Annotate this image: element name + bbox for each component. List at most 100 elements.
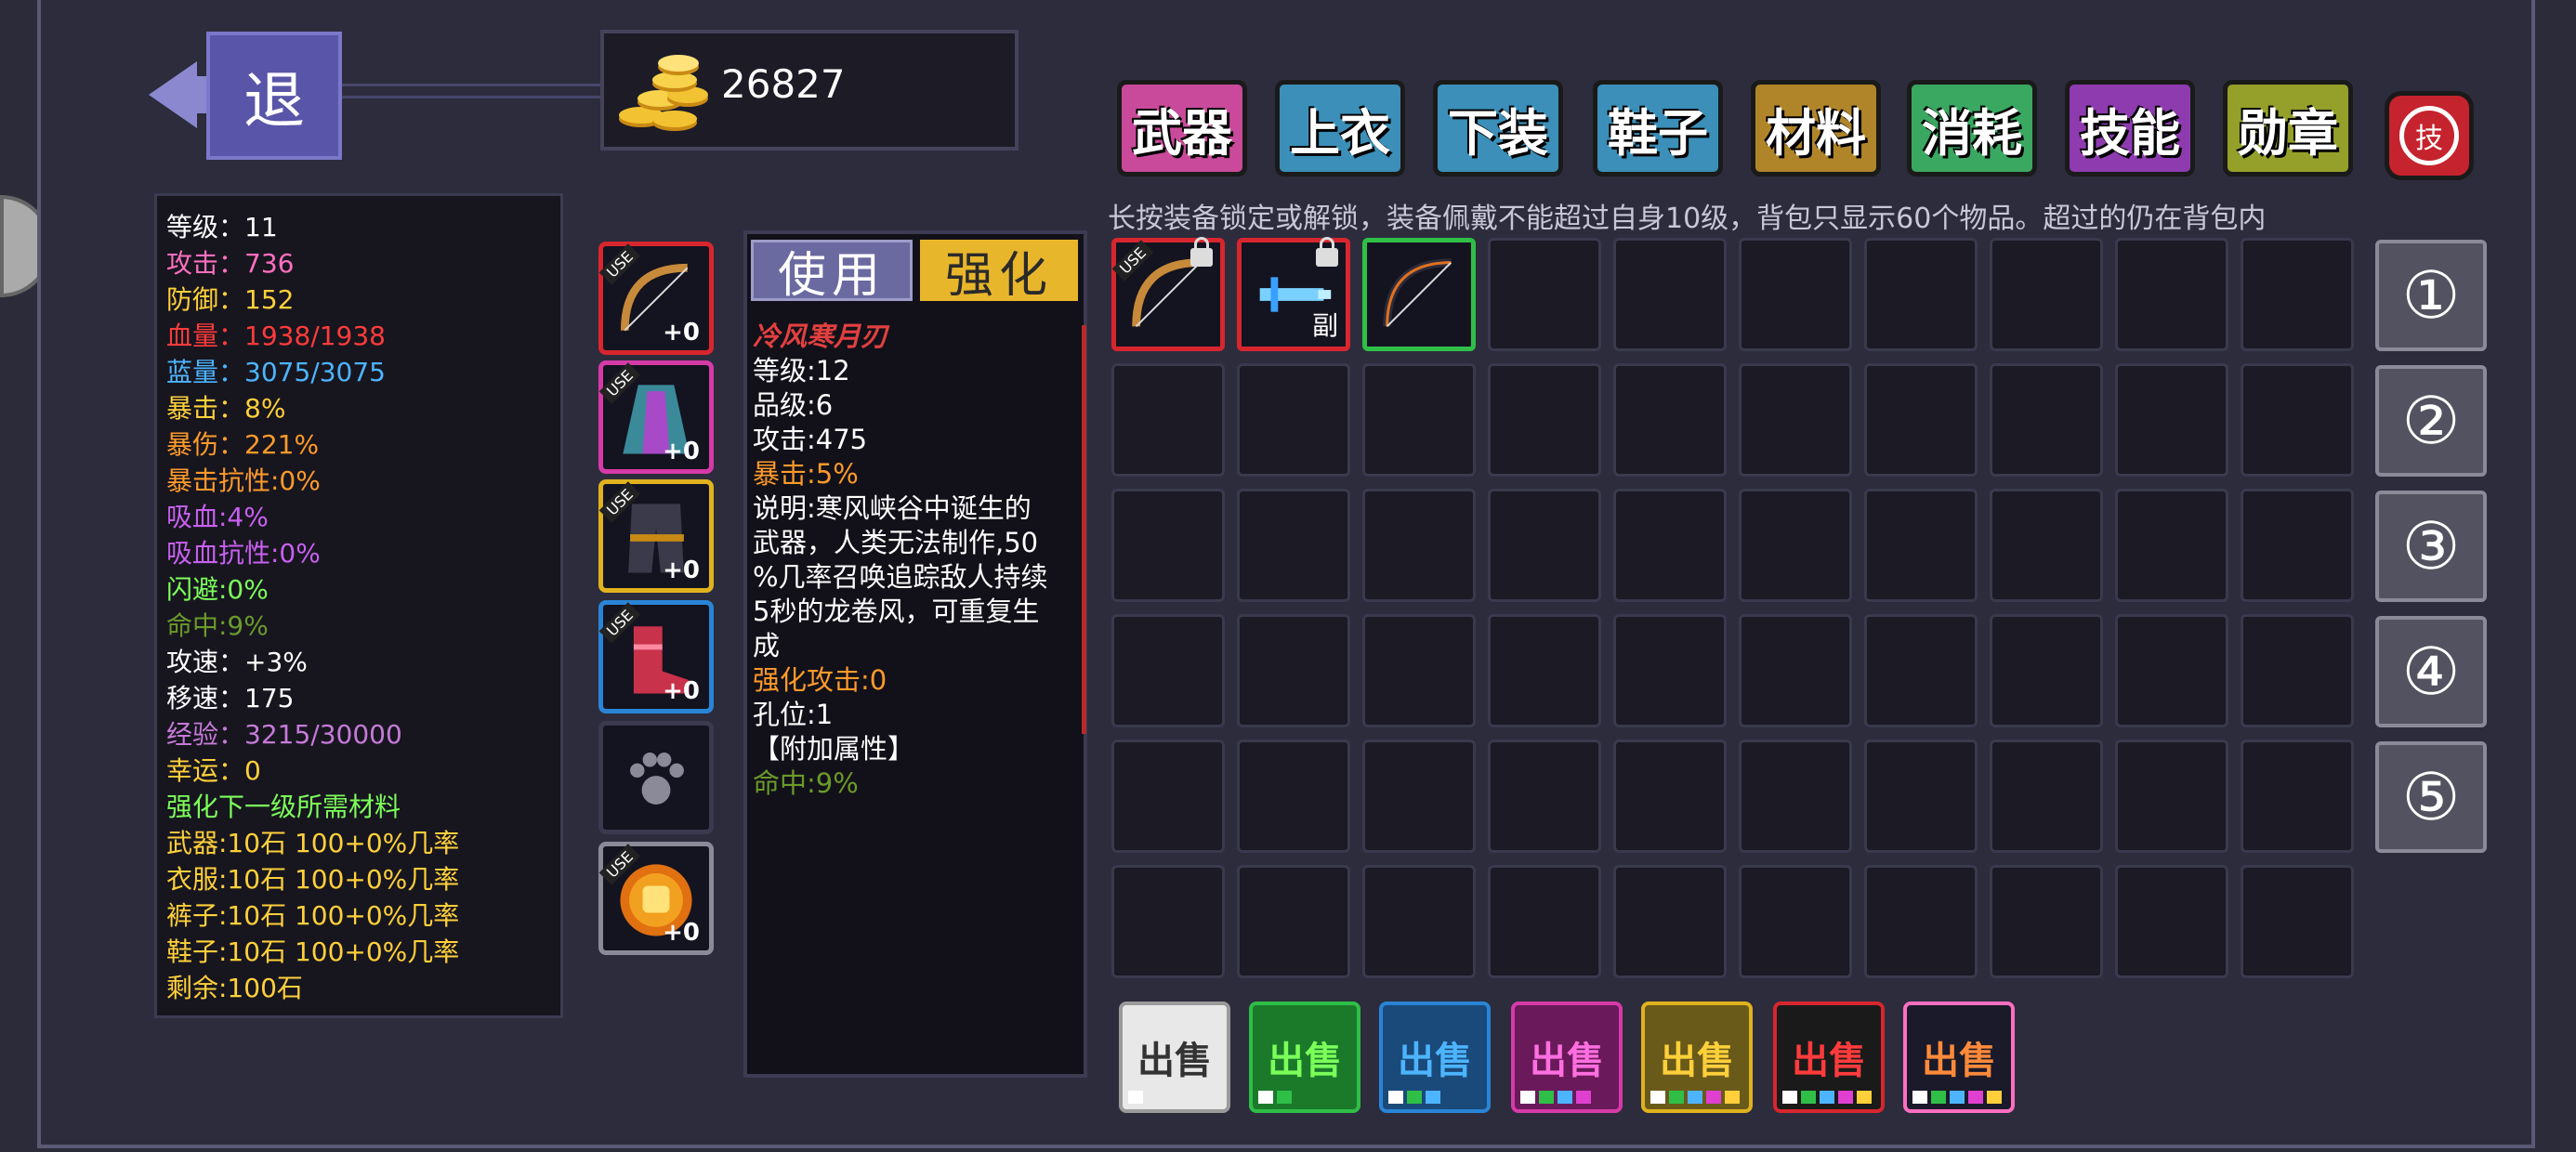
loadout-button-5[interactable]: ⑤ [2375,741,2487,853]
inventory-cell[interactable] [1488,614,1601,727]
inventory-cell[interactable] [1739,614,1852,727]
inventory-cell[interactable] [1613,740,1727,853]
equip-slot-pet[interactable] [598,721,714,834]
inventory-cell[interactable] [2115,614,2228,727]
back-arrow-icon[interactable] [149,61,197,128]
category-tab-5[interactable]: 消耗 [1907,80,2037,177]
inventory-cell[interactable] [1613,238,1727,351]
equip-slot-medal[interactable]: USE +0 [598,842,714,955]
inventory-cell[interactable] [1237,614,1350,727]
inventory-cell[interactable] [1362,865,1476,978]
sell-label: 出售 [1530,1040,1604,1082]
inventory-cell[interactable] [1488,865,1601,978]
equip-slot-weapon[interactable]: USE +0 [598,242,714,355]
inventory-cell[interactable] [1613,489,1727,602]
equip-slot-shoes[interactable]: USE +0 [598,600,714,713]
inventory-cell[interactable] [1739,238,1852,351]
category-tab-4[interactable]: 材料 [1751,80,1881,177]
sell-button-0[interactable]: 出售 [1119,1001,1230,1113]
inventory-cell[interactable] [1864,238,1978,351]
inventory-cell[interactable] [1488,740,1601,853]
inventory-cell[interactable] [1739,363,1852,477]
use-tab[interactable]: 使用 [751,240,913,304]
inventory-cell[interactable] [1488,238,1601,351]
sell-button-4[interactable]: 出售 [1641,1001,1753,1113]
sell-button-5[interactable]: 出售 [1773,1001,1885,1113]
category-tab-6[interactable]: 技能 [2065,80,2195,177]
inventory-cell[interactable] [1739,740,1852,853]
inventory-cell[interactable] [2241,489,2354,602]
inventory-cell[interactable] [1739,865,1852,978]
inventory-cell[interactable] [1111,865,1225,978]
strengthen-tab[interactable]: 强化 [920,240,1078,304]
inventory-cell[interactable] [1362,614,1476,727]
inventory-cell[interactable] [2115,865,2228,978]
inventory-cell[interactable] [1864,740,1978,853]
inventory-cell[interactable] [1990,614,2103,727]
equip-slot-armor[interactable]: USE +0 [598,360,714,474]
inventory-cell[interactable] [2241,363,2354,477]
sell-button-2[interactable]: 出售 [1379,1001,1491,1113]
inventory-cell[interactable] [1864,363,1978,477]
sell-button-6[interactable]: 出售 [1903,1001,2015,1113]
loadout-button-2[interactable]: ② [2375,365,2487,477]
inventory-item[interactable]: 副 [1237,237,1350,351]
inventory-cell[interactable] [2115,740,2228,853]
category-tab-1[interactable]: 上衣 [1275,80,1405,177]
stat-line: 等级：11 [166,212,278,242]
inventory-cell[interactable] [1237,865,1350,978]
inventory-cell[interactable] [2241,740,2354,853]
inventory-cell[interactable] [1990,363,2103,477]
enhance-level: +0 [663,677,700,705]
inventory-cell[interactable] [1613,363,1727,477]
inventory-cell[interactable] [1488,363,1601,477]
category-tab-0[interactable]: 武器 [1117,80,1247,177]
item-detail-line: 成 [753,630,781,661]
inventory-cell[interactable] [1613,614,1727,727]
inventory-cell[interactable] [1237,740,1350,853]
inventory-cell[interactable] [1237,489,1350,602]
inventory-cell[interactable] [1990,740,2103,853]
category-tab-3[interactable]: 鞋子 [1593,80,1723,177]
inventory-cell[interactable] [2115,238,2228,351]
category-tab-2[interactable]: 下装 [1433,80,1563,177]
inventory-cell[interactable] [2241,238,2354,351]
inventory-cell[interactable] [1362,363,1476,477]
inventory-cell[interactable] [1237,363,1350,477]
inventory-cell[interactable] [1864,489,1978,602]
inventory-cell[interactable] [1990,238,2103,351]
detail-scrollbar[interactable] [1082,325,1086,734]
inventory-cell[interactable] [1488,489,1601,602]
inventory-cell[interactable] [1739,489,1852,602]
stat-line: 裤子:10石 100+0%几率 [166,900,460,931]
skill-switch-button[interactable]: 技 [2385,91,2474,180]
back-button[interactable]: 退 [206,32,342,160]
stat-line: 暴伤：221% [166,429,320,460]
inventory-cell[interactable] [1362,740,1476,853]
inventory-cell[interactable] [2115,363,2228,477]
inventory-cell[interactable] [1990,489,2103,602]
inventory-cell[interactable] [2241,614,2354,727]
sell-button-3[interactable]: 出售 [1511,1001,1623,1113]
inventory-cell[interactable] [2241,865,2354,978]
inventory-cell[interactable] [1111,740,1225,853]
inventory-cell[interactable] [1864,865,1978,978]
inventory-cell[interactable] [1111,614,1225,727]
inventory-cell[interactable] [1864,614,1978,727]
inventory-cell[interactable] [1613,865,1727,978]
sell-button-1[interactable]: 出售 [1249,1001,1360,1113]
dark-bow-icon [1369,244,1469,345]
inventory-cell[interactable] [1111,489,1225,602]
inventory-cell[interactable] [2115,489,2228,602]
inventory-item[interactable]: USE [1111,237,1225,351]
loadout-button-1[interactable]: ① [2375,240,2487,351]
stat-line: 暴击：8% [166,393,286,424]
loadout-button-4[interactable]: ④ [2375,616,2487,727]
loadout-button-3[interactable]: ③ [2375,491,2487,602]
equip-slot-pants[interactable]: USE +0 [598,479,714,593]
inventory-cell[interactable] [1990,865,2103,978]
inventory-cell[interactable] [1111,363,1225,477]
inventory-item[interactable] [1362,238,1476,351]
inventory-cell[interactable] [1362,489,1476,602]
category-tab-7[interactable]: 勋章 [2223,80,2353,177]
